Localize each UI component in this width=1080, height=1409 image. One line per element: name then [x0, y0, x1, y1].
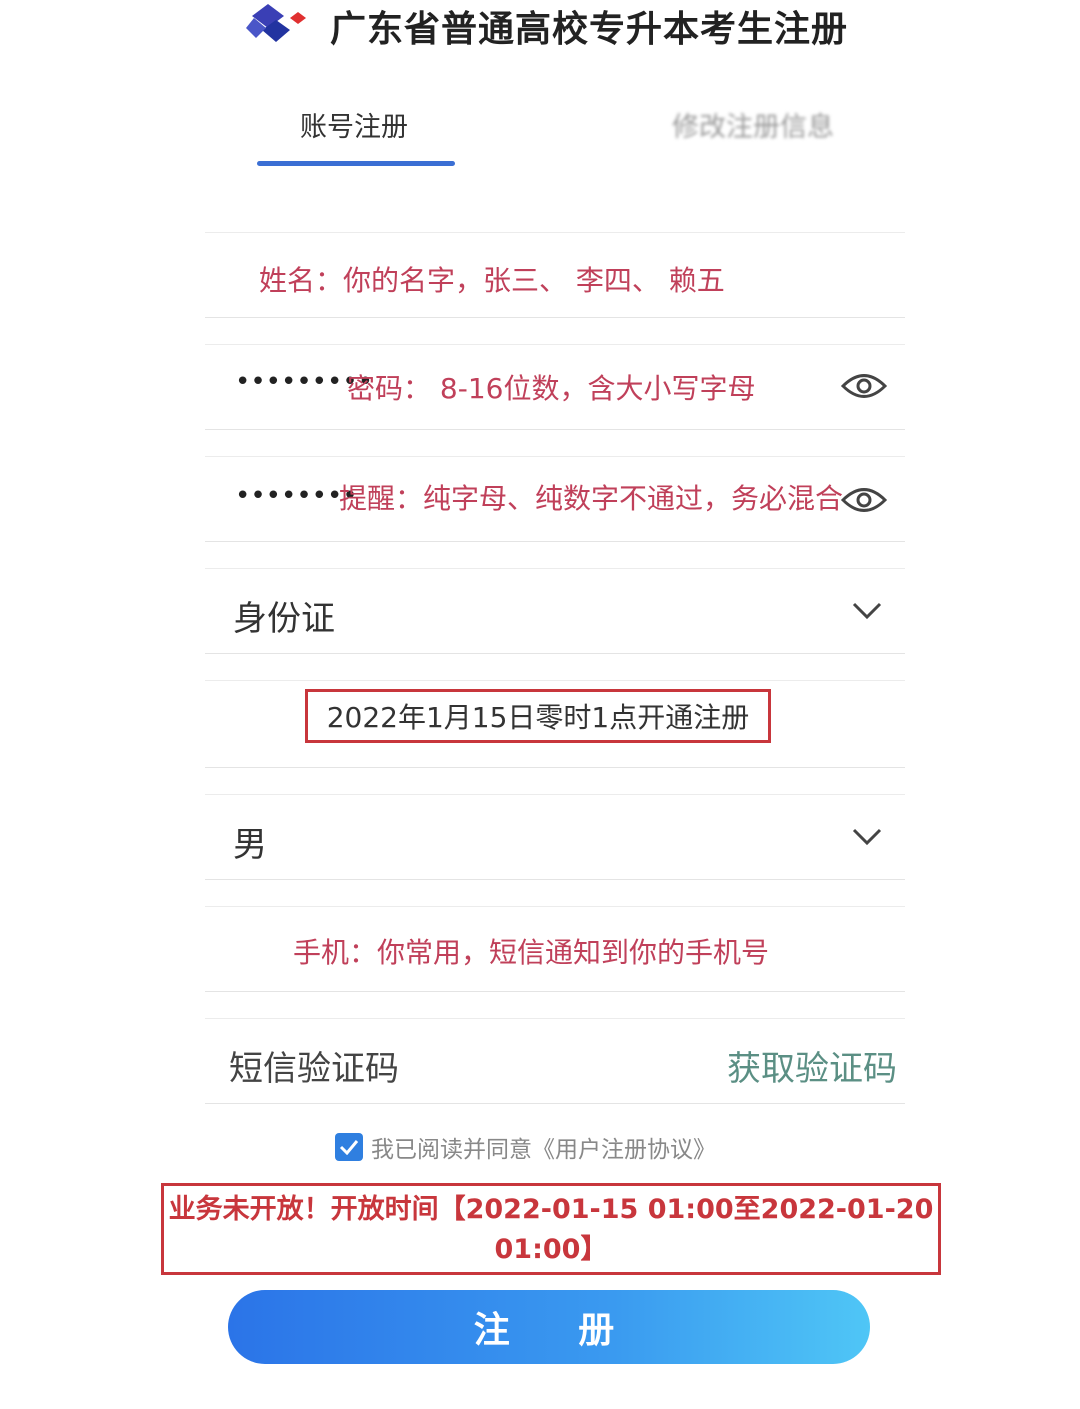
agreement-checkbox[interactable]: [335, 1133, 363, 1161]
agreement-text[interactable]: 我已阅读并同意《用户注册协议》: [371, 1130, 716, 1164]
warning-line-2: 01:00】: [494, 1234, 608, 1265]
logo-icon: [246, 4, 306, 42]
sms-code-field[interactable]: 短信验证码 获取验证码: [205, 1018, 905, 1104]
chevron-down-icon: [852, 828, 882, 846]
password-field[interactable]: ••••••••• 密码： 8-16位数，含大小写字母: [205, 344, 905, 430]
confirm-password-field[interactable]: •••••••• 提醒：纯字母、纯数字不通过，务必混合: [205, 456, 905, 542]
eye-icon[interactable]: [841, 369, 887, 403]
tab-account-register[interactable]: 账号注册: [300, 105, 408, 144]
tab-modify-info[interactable]: 修改注册信息: [672, 105, 834, 144]
registration-open-notice: 2022年1月15日零时1点开通注册: [305, 689, 771, 743]
id-type-value: 身份证: [233, 599, 335, 639]
phone-placeholder: 手机：你常用，短信通知到你的手机号: [293, 936, 770, 969]
chevron-down-icon: [852, 602, 882, 620]
phone-field[interactable]: 手机：你常用，短信通知到你的手机号: [205, 906, 905, 992]
confirm-password-placeholder: 提醒：纯字母、纯数字不通过，务必混合: [339, 482, 844, 515]
active-tab-indicator: [257, 161, 455, 166]
service-not-open-warning: 业务未开放！开放时间【2022-01-15 01:00至2022-01-20 0…: [161, 1183, 941, 1275]
eye-icon[interactable]: [841, 483, 887, 517]
tab-bar: 账号注册 修改注册信息: [0, 95, 1080, 175]
name-placeholder: 姓名：你的名字，张三、 李四、 赖五: [259, 264, 725, 297]
sms-code-placeholder: 短信验证码: [229, 1049, 399, 1089]
gender-select[interactable]: 男: [205, 794, 905, 880]
gender-value: 男: [233, 825, 267, 865]
id-type-select[interactable]: 身份证: [205, 568, 905, 654]
warning-line-1: 业务未开放！开放时间【2022-01-15 01:00至2022-01-20: [168, 1194, 934, 1225]
agreement-row[interactable]: 我已阅读并同意《用户注册协议》: [335, 1130, 716, 1164]
check-icon: [339, 1140, 359, 1155]
app-header: 广东省普通高校专升本考生注册: [0, 0, 1080, 60]
name-field[interactable]: 姓名：你的名字，张三、 李四、 赖五: [205, 232, 905, 318]
password-placeholder: 密码： 8-16位数，含大小写字母: [347, 372, 756, 405]
get-code-button[interactable]: 获取验证码: [727, 1041, 897, 1090]
register-button[interactable]: 注 册: [228, 1290, 870, 1364]
page-title: 广东省普通高校专升本考生注册: [330, 9, 849, 50]
